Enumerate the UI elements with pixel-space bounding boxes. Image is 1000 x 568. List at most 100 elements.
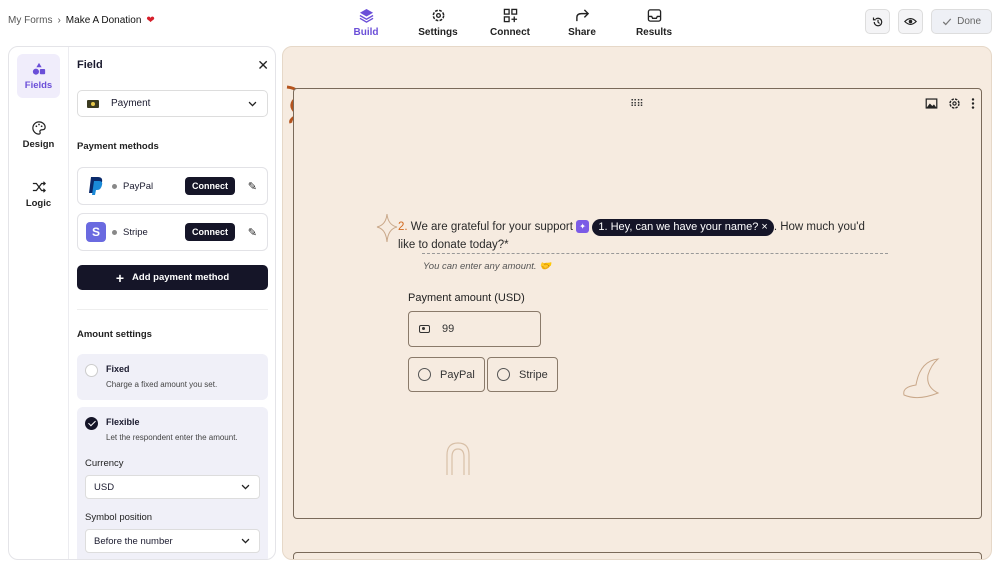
rail-item-fields[interactable]: Fields (17, 54, 60, 98)
history-button[interactable] (865, 9, 891, 34)
tab-results-label: Results (635, 27, 673, 38)
more-vertical-icon[interactable] (971, 97, 975, 110)
breadcrumb: My Forms › Make A Donation ❤ (8, 15, 155, 26)
close-icon[interactable]: ✕ (257, 57, 269, 74)
rail-item-logic-label: Logic (25, 197, 52, 209)
symbol-position-label: Symbol position (85, 512, 153, 523)
field-type-value: Payment (111, 98, 151, 109)
plus-icon: + (115, 269, 125, 286)
symbol-position-select[interactable]: Before the number (85, 529, 260, 553)
question-number: 2. (398, 221, 408, 233)
required-mark: * (504, 239, 509, 251)
rail-item-fields-label: Fields (24, 79, 53, 91)
chevron-down-icon (241, 484, 250, 490)
eye-icon (904, 18, 918, 25)
rail-item-design-label: Design (22, 138, 55, 150)
choice-label: PayPal (440, 368, 475, 381)
tab-results[interactable]: Results (618, 0, 690, 46)
option-flexible-desc: Let the respondent enter the amount. (106, 433, 238, 442)
breadcrumb-current: Make A Donation (65, 15, 142, 26)
rail-item-logic[interactable]: Logic (17, 172, 60, 216)
payment-icon (87, 99, 99, 108)
status-dot (112, 229, 117, 235)
tab-build-label: Build (353, 27, 379, 38)
add-payment-method-button[interactable]: + Add payment method (77, 265, 268, 290)
image-icon[interactable] (925, 97, 938, 110)
shuffle-icon (32, 180, 46, 193)
tab-build[interactable]: Build (330, 0, 402, 46)
payment-choice-paypal[interactable]: PayPal (408, 357, 485, 392)
radio-fixed[interactable] (85, 364, 98, 377)
drag-handle-icon[interactable]: ⠿⠿ (630, 99, 644, 110)
left-panel: Fields Design Logic Field ✕ Payment Paym… (8, 46, 276, 560)
status-dot (112, 183, 117, 189)
share-arrow-icon (575, 9, 589, 22)
connect-stripe-button[interactable]: Connect (185, 223, 235, 241)
payment-choice-stripe[interactable]: Stripe (487, 357, 558, 392)
payment-method-name: Stripe (123, 226, 148, 238)
check-icon (942, 17, 952, 25)
payment-method-name: PayPal (123, 180, 154, 192)
cash-icon (419, 325, 430, 333)
tab-connect-label: Connect (490, 27, 530, 38)
done-button[interactable]: Done (931, 9, 992, 34)
hat-doodle-icon (903, 358, 940, 399)
tab-share[interactable]: Share (546, 0, 618, 46)
done-label: Done (957, 16, 981, 27)
option-fixed-title: Fixed (106, 364, 130, 374)
edit-pencil-icon[interactable]: ✎ (248, 226, 257, 239)
rail-item-design[interactable]: Design (17, 113, 60, 157)
form-canvas: ⠿⠿ 2. We are grateful for your support ✦… (282, 46, 992, 560)
question-hint[interactable]: You can enter any amount. 🤝 (423, 261, 551, 272)
connect-paypal-button[interactable]: Connect (185, 177, 235, 195)
question-card[interactable]: ⠿⠿ 2. We are grateful for your support ✦… (293, 88, 982, 519)
stripe-logo-icon: S (86, 222, 106, 242)
option-fixed-desc: Charge a fixed amount you set. (106, 380, 218, 389)
tab-settings-label: Settings (418, 27, 458, 38)
tab-connect[interactable]: Connect (474, 0, 546, 46)
field-panel-title: Field (77, 59, 103, 71)
edit-pencil-icon[interactable]: ✎ (248, 180, 257, 193)
field-type-select[interactable]: Payment (77, 90, 268, 117)
layers-icon (359, 8, 373, 23)
radio-flexible[interactable] (85, 417, 98, 430)
preview-button[interactable] (898, 9, 924, 34)
tab-settings[interactable]: Settings (402, 0, 474, 46)
top-actions: Done (865, 9, 992, 34)
breadcrumb-root[interactable]: My Forms (8, 15, 52, 26)
payment-methods-heading: Payment methods (77, 141, 159, 152)
inbox-icon (647, 9, 661, 22)
gear-icon (432, 9, 444, 22)
option-flexible-title: Flexible (106, 417, 140, 427)
breadcrumb-separator: › (57, 15, 61, 26)
choice-label: Stripe (519, 368, 548, 381)
symbol-position-value: Before the number (94, 535, 173, 547)
tab-share-label: Share (568, 27, 596, 38)
magic-sparkle-icon[interactable]: ✦ (576, 220, 590, 234)
chevron-down-icon (248, 101, 257, 107)
add-payment-method-label: Add payment method (132, 272, 230, 283)
field-settings-pane: Field ✕ Payment Payment methods PayPal C… (69, 47, 275, 559)
card-tools (925, 97, 975, 110)
question-text[interactable]: 2. We are grateful for your support ✦ 1.… (398, 218, 878, 254)
description-divider (422, 253, 888, 254)
main-nav: Build Settings Connect Share Results (330, 0, 690, 46)
top-bar: My Forms › Make A Donation ❤ Build Setti… (0, 0, 1000, 46)
payment-amount-input[interactable]: 99 (408, 311, 541, 347)
heart-icon: ❤ (146, 15, 155, 26)
radio-circle-icon (497, 368, 510, 381)
currency-value: USD (94, 481, 115, 493)
amount-settings-heading: Amount settings (77, 329, 152, 340)
history-icon (872, 17, 882, 26)
gear-icon[interactable] (948, 97, 961, 110)
payment-amount-value: 99 (442, 323, 455, 335)
paypal-logo-icon (86, 176, 106, 196)
shapes-icon (32, 62, 45, 75)
recall-pill[interactable]: 1. Hey, can we have your name? × (592, 219, 774, 236)
currency-select[interactable]: USD (85, 475, 260, 499)
option-fixed[interactable]: Fixed Charge a fixed amount you set. (77, 354, 268, 400)
payment-method-paypal: PayPal Connect ✎ (77, 167, 268, 205)
payment-method-stripe: S Stripe Connect ✎ (77, 213, 268, 251)
next-question-card[interactable] (293, 552, 982, 559)
radio-circle-icon (418, 368, 431, 381)
